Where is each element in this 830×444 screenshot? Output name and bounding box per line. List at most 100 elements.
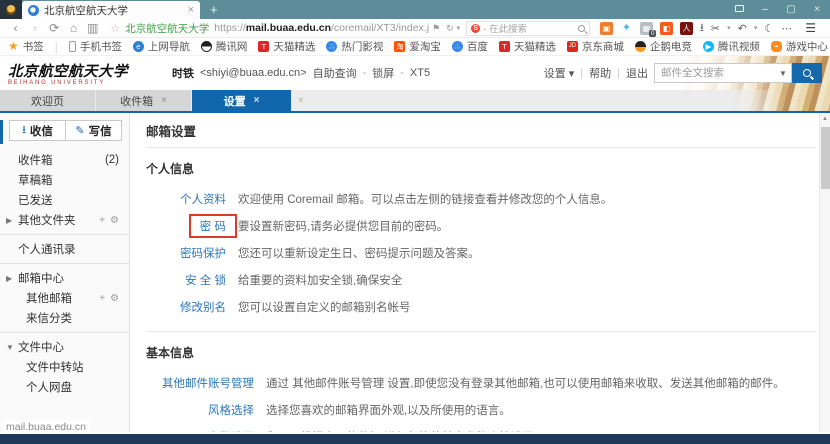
- sidebar-item-sent[interactable]: 已发送: [0, 190, 129, 210]
- bookmark-item[interactable]: 企鹅电竞: [635, 39, 692, 54]
- security-lock-link[interactable]: 安 全 锁: [146, 272, 226, 288]
- night-mode-icon[interactable]: ☾: [764, 22, 774, 35]
- extension-game-icon[interactable]: ▣: [600, 22, 613, 35]
- row-desc: 通过 其他邮件账号管理 设置,即使您没有登录其他邮箱,也可以使用邮箱来收取、发送…: [266, 375, 785, 391]
- extension-pdf-icon[interactable]: 人: [680, 22, 693, 35]
- add-account-icon[interactable]: +: [99, 293, 105, 304]
- bookmark-item[interactable]: 腾讯网: [201, 39, 248, 54]
- style-select-link[interactable]: 风格选择: [146, 402, 254, 418]
- sidebar-item-drafts[interactable]: 草稿箱: [0, 170, 129, 190]
- logout-link[interactable]: 退出: [626, 65, 648, 81]
- divider: |: [580, 67, 583, 79]
- sidebar-item-net-disk[interactable]: 个人网盘: [0, 377, 129, 397]
- settings-menu[interactable]: 设置 ▾: [544, 65, 575, 81]
- profile-link[interactable]: 个人资料: [146, 191, 226, 207]
- sidebar-item-file-transfer[interactable]: 文件中转站: [0, 357, 129, 377]
- extension-puzzle-icon[interactable]: ▦0: [640, 22, 653, 35]
- bookmark-item[interactable]: ∴百度: [452, 39, 488, 54]
- scissors-icon[interactable]: ✂: [711, 22, 720, 35]
- undo-icon[interactable]: ↶: [738, 22, 747, 35]
- help-link[interactable]: 帮助: [589, 65, 611, 81]
- mail-search-button[interactable]: [792, 63, 822, 83]
- scroll-thumb[interactable]: [821, 127, 830, 189]
- gear-icon[interactable]: ⚙: [110, 215, 119, 226]
- browser-search-box[interactable]: S - 在此搜索: [466, 21, 590, 36]
- self-query-link[interactable]: 自助查询: [313, 65, 357, 81]
- refresh-button[interactable]: ⟳: [45, 20, 64, 37]
- bookmark-item[interactable]: JD京东商城: [567, 39, 624, 54]
- lock-screen-link[interactable]: 锁屏: [372, 65, 394, 81]
- bookmark-item[interactable]: T天猫精选: [499, 39, 556, 54]
- browser-tab[interactable]: 北京航空航天大学 ×: [22, 1, 200, 19]
- tmall-icon: T: [258, 41, 269, 52]
- bookmark-item[interactable]: ▶腾讯视频: [703, 39, 760, 54]
- browser-profile-button[interactable]: [0, 0, 22, 19]
- sidebar-item-other-accounts[interactable]: 其他邮箱+⚙: [0, 288, 129, 308]
- address-url[interactable]: https://mail.buaa.edu.cn/coremail/XT3/in…: [214, 22, 429, 34]
- tab-close-icon[interactable]: ×: [188, 4, 194, 16]
- sidebar-item-inbox[interactable]: 收件箱(2): [0, 150, 129, 170]
- star-icon: ★: [8, 41, 19, 52]
- scissors-menu-caret-icon[interactable]: ▾: [727, 24, 731, 32]
- scrollbar[interactable]: ▲: [819, 113, 830, 432]
- password-link[interactable]: 密 码: [146, 218, 226, 234]
- xt5-link[interactable]: XT5: [410, 67, 430, 79]
- back-button[interactable]: ‹: [6, 20, 25, 37]
- extension-bird-icon[interactable]: ✦: [620, 22, 633, 35]
- expand-icon[interactable]: ▶: [6, 216, 18, 225]
- bookmark-item[interactable]: T天猫精选: [258, 39, 315, 54]
- compose-button[interactable]: ✎写信: [66, 120, 122, 141]
- favorite-star-icon[interactable]: ☆: [110, 22, 120, 35]
- search-scope-caret-icon[interactable]: ▼: [779, 69, 792, 78]
- bookmark-item[interactable]: ◓游戏中心: [771, 39, 828, 54]
- new-tab-button[interactable]: +: [200, 0, 228, 19]
- row-desc: 您可以根据自己的偏好,进行邮箱的基本参数个性设置。: [266, 429, 545, 432]
- close-button[interactable]: ×: [804, 4, 830, 15]
- receive-mail-button[interactable]: ⭳收信: [9, 120, 66, 141]
- tab-close-icon[interactable]: ×: [254, 95, 260, 106]
- bookmark-item[interactable]: ∴热门影视: [326, 39, 383, 54]
- more-icon[interactable]: ⋯: [781, 22, 792, 35]
- feedback-icon[interactable]: [726, 4, 752, 15]
- search-engine-icon[interactable]: S: [471, 24, 480, 33]
- mail-search-input[interactable]: [654, 63, 792, 83]
- sidebar-item-incoming-rules[interactable]: 来信分类: [0, 308, 129, 328]
- sidebar-group-file-center[interactable]: ▼文件中心: [0, 337, 129, 357]
- scroll-up-icon[interactable]: ▲: [820, 113, 830, 122]
- sidebar-item-contacts[interactable]: 个人通讯录: [0, 239, 129, 259]
- params-link[interactable]: 参数设置: [146, 429, 254, 432]
- modify-alias-link[interactable]: 修改别名: [146, 299, 226, 315]
- add-folder-icon[interactable]: +: [99, 215, 105, 226]
- other-accounts-manage-link[interactable]: 其他邮件账号管理: [146, 375, 254, 391]
- tab-inbox[interactable]: 收件箱×: [96, 90, 192, 111]
- expand-icon[interactable]: ▶: [6, 274, 18, 283]
- minimize-button[interactable]: –: [752, 4, 778, 15]
- chevron-down-icon[interactable]: ▾: [457, 24, 461, 32]
- bookmark-item[interactable]: 手机书签: [69, 39, 122, 54]
- tab-close-all-icon[interactable]: ×: [292, 90, 310, 111]
- reading-mode-button[interactable]: ▥: [83, 20, 102, 37]
- home-button[interactable]: ⌂: [64, 20, 83, 37]
- undo-menu-caret-icon[interactable]: ▾: [754, 24, 758, 32]
- sidebar-item-other-folders[interactable]: ▶其他文件夹+⚙: [0, 210, 129, 230]
- search-icon[interactable]: [578, 25, 585, 32]
- tmall-icon: T: [499, 41, 510, 52]
- bookmark-item[interactable]: ★书签: [8, 39, 44, 54]
- tab-close-icon[interactable]: ×: [161, 95, 167, 106]
- extension-store-icon[interactable]: ◧: [660, 22, 673, 35]
- password-protect-link[interactable]: 密码保护: [146, 245, 226, 261]
- gear-icon[interactable]: ⚙: [110, 293, 119, 304]
- menu-icon[interactable]: ☰: [805, 21, 816, 35]
- tab-welcome[interactable]: 欢迎页: [0, 90, 96, 111]
- share-icon[interactable]: ↻: [443, 23, 457, 34]
- maximize-button[interactable]: ▢: [778, 4, 804, 15]
- flag-icon[interactable]: ⚑: [429, 23, 443, 34]
- download-icon[interactable]: ⭳: [700, 19, 704, 38]
- address-bar[interactable]: ☆ 北京航空航天大学 https://mail.buaa.edu.cn/core…: [110, 21, 429, 36]
- collapse-icon[interactable]: ▼: [6, 343, 18, 352]
- bookmark-item[interactable]: 淘爱淘宝: [394, 39, 441, 54]
- tab-settings[interactable]: 设置×: [192, 90, 292, 111]
- forward-button[interactable]: ›: [25, 20, 44, 37]
- sidebar-group-mail-center[interactable]: ▶邮箱中心: [0, 268, 129, 288]
- bookmark-item[interactable]: e上网导航: [133, 39, 190, 54]
